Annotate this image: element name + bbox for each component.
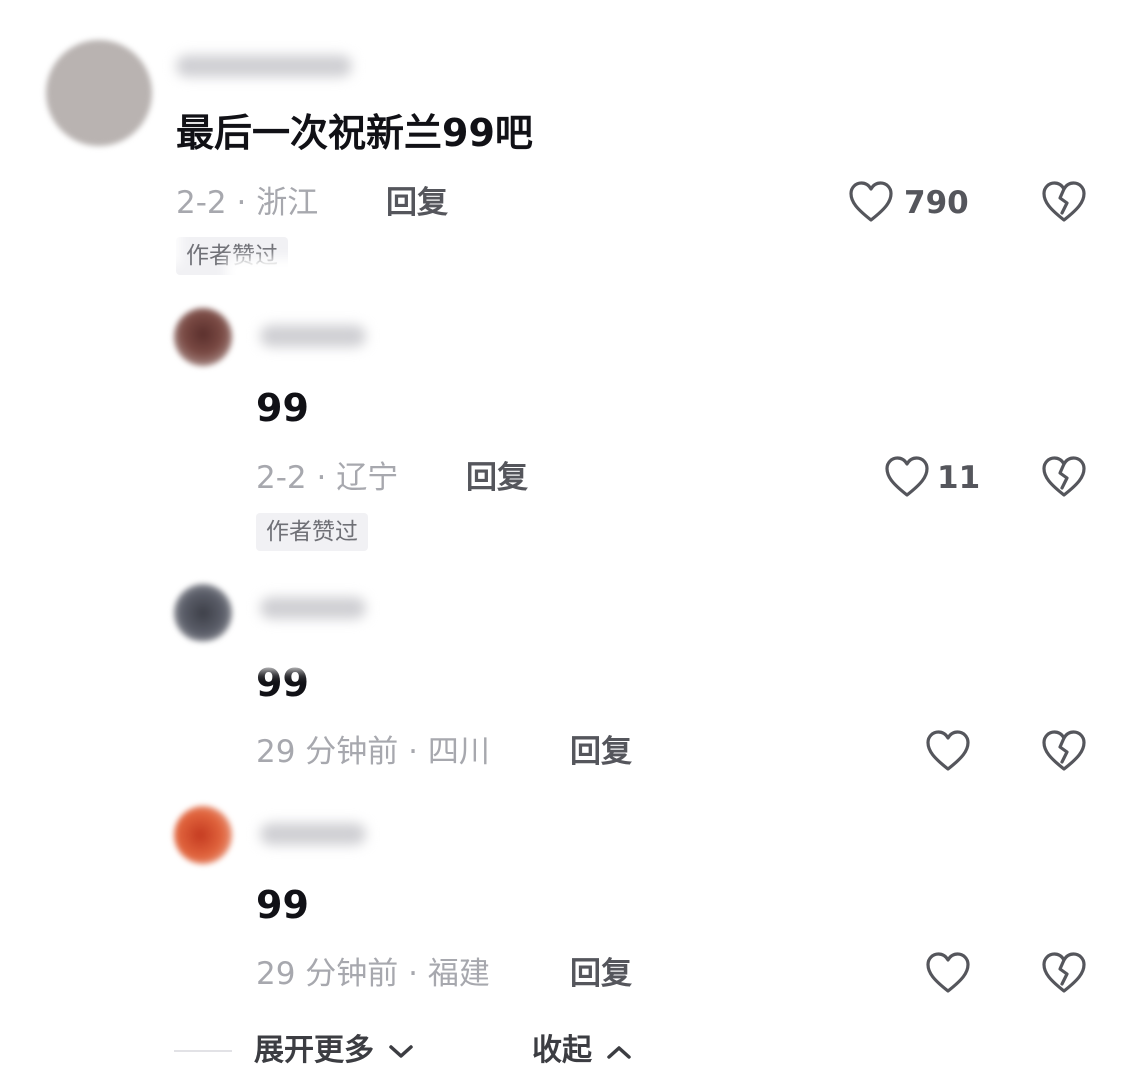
comment-thread: 最后一次祝新兰99吧 2-2 · 浙江 回复 790 作者赞过 99 2-2 ·… [0,0,1136,1080]
heart-outline-icon[interactable] [848,180,894,224]
username-blurred[interactable] [176,55,352,77]
blur-overlay [190,648,330,670]
avatar[interactable] [174,806,232,864]
comment-meta: 2-2 · 辽宁 [256,460,399,496]
author-liked-badge: 作者赞过 [256,513,368,551]
chevron-up-icon [606,1043,632,1061]
like-count: 11 [937,460,981,496]
heart-outline-icon[interactable] [925,951,971,995]
heart-outline-icon[interactable] [925,729,971,773]
reply-button[interactable]: 回复 [386,183,448,223]
avatar[interactable] [46,40,152,146]
reply-button[interactable]: 回复 [570,732,632,772]
comment-meta: 2-2 · 浙江 [176,185,319,221]
expand-more-button[interactable]: 展开更多 [254,1031,414,1071]
broken-heart-icon[interactable] [1041,729,1087,773]
avatar[interactable] [174,584,232,642]
broken-heart-icon[interactable] [1041,455,1087,499]
blur-overlay [160,225,180,265]
username-blurred[interactable] [260,325,366,347]
username-blurred[interactable] [260,823,366,845]
comment-meta: 29 分钟前 · 福建 [256,956,490,992]
reply-button[interactable]: 回复 [466,458,528,498]
reply-button[interactable]: 回复 [570,954,632,994]
comment-text: 99 [256,883,309,927]
heart-outline-icon[interactable] [884,455,930,499]
comment-meta: 29 分钟前 · 四川 [256,734,490,770]
expand-more-label: 展开更多 [254,1033,374,1068]
broken-heart-icon[interactable] [1041,180,1087,224]
collapse-label: 收起 [532,1033,592,1068]
avatar[interactable] [174,308,232,366]
comment-text: 99 [256,386,309,430]
username-blurred[interactable] [260,597,366,619]
broken-heart-icon[interactable] [1041,951,1087,995]
divider [174,1050,232,1052]
comment-text: 最后一次祝新兰99吧 [176,111,533,155]
chevron-down-icon [388,1043,414,1061]
like-count: 790 [904,185,969,221]
blur-overlay [226,258,326,286]
collapse-button[interactable]: 收起 [532,1031,632,1071]
